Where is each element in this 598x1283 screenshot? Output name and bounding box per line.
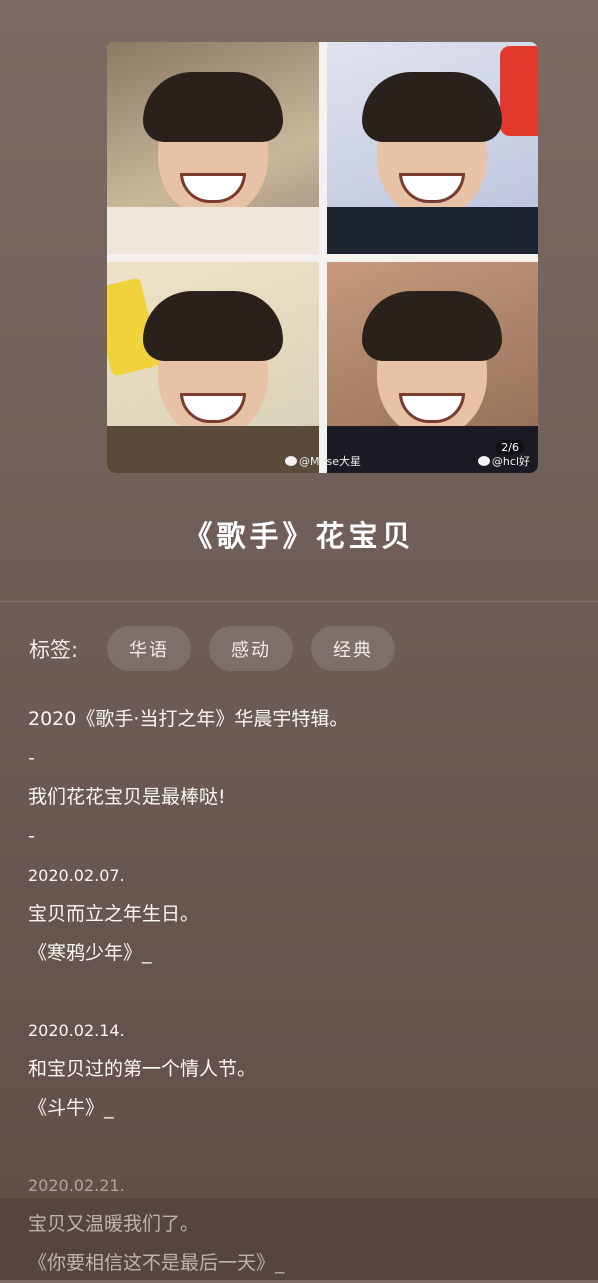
- weibo-icon: [285, 456, 297, 466]
- description-blank: [28, 973, 568, 1011]
- description-blank: [28, 1128, 568, 1166]
- description-line: 宝贝而立之年生日。: [28, 903, 200, 925]
- watermark-text: @Muse大星: [299, 455, 361, 468]
- description-line: 2020《歌手·当打之年》华晨宇特辑。: [28, 708, 349, 730]
- watermark-2: @hcl好: [477, 453, 530, 469]
- description-line: -: [28, 747, 35, 769]
- description-date: 2020.02.07.: [28, 866, 125, 885]
- cover-photo-3: [107, 261, 319, 473]
- description-line: 和宝贝过的第一个情人节。: [28, 1058, 257, 1080]
- cover-photo-2: [326, 42, 538, 254]
- cover-photo-4: 2/6: [326, 261, 538, 473]
- watermark-text: @hcl好: [491, 455, 530, 468]
- tag-chip[interactable]: 经典: [311, 626, 395, 671]
- description-date: 2020.02.14.: [28, 1021, 125, 1040]
- description-line: 《斗牛》_: [28, 1097, 114, 1119]
- weibo-icon: [477, 456, 490, 466]
- description-line: 我们花花宝贝是最棒哒!: [28, 786, 226, 808]
- playlist-cover[interactable]: 2/6 @Muse大星 @hcl好: [107, 42, 538, 473]
- divider: [0, 601, 598, 602]
- tags-row: 标签: 华语 感动 经典: [29, 626, 413, 671]
- description-line: -: [28, 825, 35, 847]
- playlist-description: 2020《歌手·当打之年》华晨宇特辑。 - 我们花花宝贝是最棒哒! - 2020…: [28, 700, 568, 1283]
- tag-chip[interactable]: 华语: [107, 626, 191, 671]
- description-line: 《寒鸦少年》_: [28, 942, 152, 964]
- playlist-title: 《歌手》花宝贝: [183, 519, 415, 553]
- cover-photo-1: [107, 42, 319, 254]
- tags-label: 标签:: [29, 637, 79, 662]
- tag-chip[interactable]: 感动: [209, 626, 293, 671]
- bottom-overlay: [0, 1198, 598, 1280]
- watermark-1: @Muse大星: [285, 453, 361, 469]
